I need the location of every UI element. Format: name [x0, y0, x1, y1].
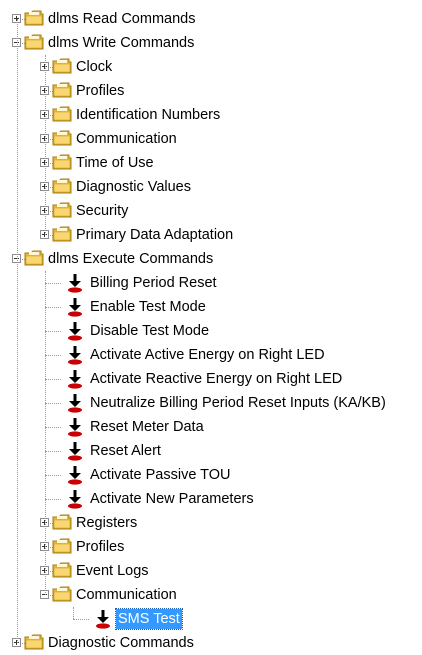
folder-icon	[24, 250, 44, 266]
folder-icon	[52, 586, 72, 602]
tree-node-write-child[interactable]: Clock	[0, 55, 422, 79]
tree-node-label[interactable]: dlms Execute Commands	[46, 249, 215, 269]
tree-connector	[45, 403, 61, 404]
tree-node-label[interactable]: Diagnostic Values	[74, 177, 193, 197]
tree-node-label[interactable]: Reset Alert	[88, 441, 163, 461]
folder-icon	[52, 562, 72, 578]
tree-node-write-child[interactable]: Security	[0, 199, 422, 223]
tree-connector	[45, 331, 61, 332]
tree-node-label[interactable]: Communication	[74, 585, 179, 605]
execute-command-icon	[66, 345, 84, 365]
folder-icon	[24, 634, 44, 650]
tree-node-execute-folder[interactable]: Profiles	[0, 535, 422, 559]
tree-node-label[interactable]: Profiles	[74, 81, 126, 101]
folder-icon	[52, 226, 72, 242]
tree-node-write-child[interactable]: Primary Data Adaptation	[0, 223, 422, 247]
tree-node-label[interactable]: Diagnostic Commands	[46, 633, 196, 653]
execute-command-icon	[66, 489, 84, 509]
tree-node-label[interactable]: Identification Numbers	[74, 105, 222, 125]
tree-node-command[interactable]: Reset Meter Data	[0, 415, 422, 439]
tree-connector	[45, 55, 46, 235]
tree-node-label[interactable]: Neutralize Billing Period Reset Inputs (…	[88, 393, 388, 413]
tree-node-label[interactable]: Activate New Parameters	[88, 489, 256, 509]
tree-connector	[45, 283, 61, 284]
tree-node-label[interactable]: Security	[74, 201, 130, 221]
tree-node-execute-folder[interactable]: Registers	[0, 511, 422, 535]
tree-node-diagnostic-commands[interactable]: Diagnostic Commands	[0, 631, 422, 655]
tree-node-label[interactable]: Time of Use	[74, 153, 156, 173]
tree-node-command[interactable]: Reset Alert	[0, 439, 422, 463]
folder-icon	[24, 34, 44, 50]
tree-node-label[interactable]: Primary Data Adaptation	[74, 225, 235, 245]
tree-connector	[45, 379, 61, 380]
folder-icon	[52, 82, 72, 98]
execute-command-icon	[66, 369, 84, 389]
tree-connector	[17, 19, 18, 643]
tree-node-command[interactable]: Neutralize Billing Period Reset Inputs (…	[0, 391, 422, 415]
execute-command-icon	[66, 273, 84, 293]
folder-icon	[52, 130, 72, 146]
tree-node-label[interactable]: Profiles	[74, 537, 126, 557]
tree-connector	[45, 307, 61, 308]
tree-connector	[45, 499, 61, 500]
command-tree[interactable]: dlms Read Commands dlms Write Commands Clo…	[0, 0, 422, 655]
tree-node-sms-test[interactable]: SMS Test	[0, 607, 422, 631]
tree-node-write-child[interactable]: Identification Numbers	[0, 103, 422, 127]
execute-command-icon	[94, 609, 112, 629]
tree-node-execute-folder[interactable]: Event Logs	[0, 559, 422, 583]
folder-icon	[52, 154, 72, 170]
tree-node-command[interactable]: Activate Passive TOU	[0, 463, 422, 487]
execute-command-icon	[66, 393, 84, 413]
folder-icon	[52, 178, 72, 194]
tree-connector	[45, 427, 61, 428]
tree-connector	[45, 271, 46, 595]
tree-node-read-commands[interactable]: dlms Read Commands	[0, 7, 422, 31]
folder-icon	[52, 58, 72, 74]
tree-node-command[interactable]: Activate New Parameters	[0, 487, 422, 511]
folder-icon	[52, 106, 72, 122]
execute-command-icon	[66, 417, 84, 437]
tree-connector	[73, 619, 89, 620]
tree-node-label[interactable]: Activate Reactive Energy on Right LED	[88, 369, 344, 389]
execute-command-icon	[66, 441, 84, 461]
tree-node-command[interactable]: Enable Test Mode	[0, 295, 422, 319]
tree-node-write-child[interactable]: Profiles	[0, 79, 422, 103]
tree-connector	[45, 355, 61, 356]
tree-node-label[interactable]: Activate Passive TOU	[88, 465, 233, 485]
tree-node-write-child[interactable]: Time of Use	[0, 151, 422, 175]
execute-command-icon	[66, 297, 84, 317]
tree-node-label[interactable]: Registers	[74, 513, 139, 533]
tree-connector	[73, 607, 74, 619]
folder-icon	[52, 514, 72, 530]
tree-connector	[45, 475, 61, 476]
folder-icon	[52, 538, 72, 554]
tree-node-execute-communication[interactable]: Communication	[0, 583, 422, 607]
tree-node-label[interactable]: Clock	[74, 57, 114, 77]
execute-command-icon	[66, 465, 84, 485]
tree-node-command[interactable]: Disable Test Mode	[0, 319, 422, 343]
tree-node-label[interactable]: Reset Meter Data	[88, 417, 206, 437]
tree-node-label[interactable]: dlms Write Commands	[46, 33, 196, 53]
tree-node-label[interactable]: Billing Period Reset	[88, 273, 219, 293]
tree-connector	[45, 451, 61, 452]
tree-node-write-child[interactable]: Diagnostic Values	[0, 175, 422, 199]
sms-test-label[interactable]: SMS Test	[115, 608, 183, 630]
tree-node-write-child[interactable]: Communication	[0, 127, 422, 151]
tree-node-label[interactable]: Enable Test Mode	[88, 297, 208, 317]
tree-node-write-commands[interactable]: dlms Write Commands	[0, 31, 422, 55]
tree-node-execute-commands[interactable]: dlms Execute Commands	[0, 247, 422, 271]
tree-node-command[interactable]: Billing Period Reset	[0, 271, 422, 295]
folder-icon	[52, 202, 72, 218]
tree-node-label[interactable]: dlms Read Commands	[46, 9, 197, 29]
tree-node-label[interactable]: Disable Test Mode	[88, 321, 211, 341]
tree-node-command[interactable]: Activate Active Energy on Right LED	[0, 343, 422, 367]
tree-node-command[interactable]: Activate Reactive Energy on Right LED	[0, 367, 422, 391]
tree-node-label[interactable]: Activate Active Energy on Right LED	[88, 345, 327, 365]
folder-icon	[24, 10, 44, 26]
tree-node-label[interactable]: Communication	[74, 129, 179, 149]
execute-command-icon	[66, 321, 84, 341]
tree-node-label[interactable]: Event Logs	[74, 561, 151, 581]
